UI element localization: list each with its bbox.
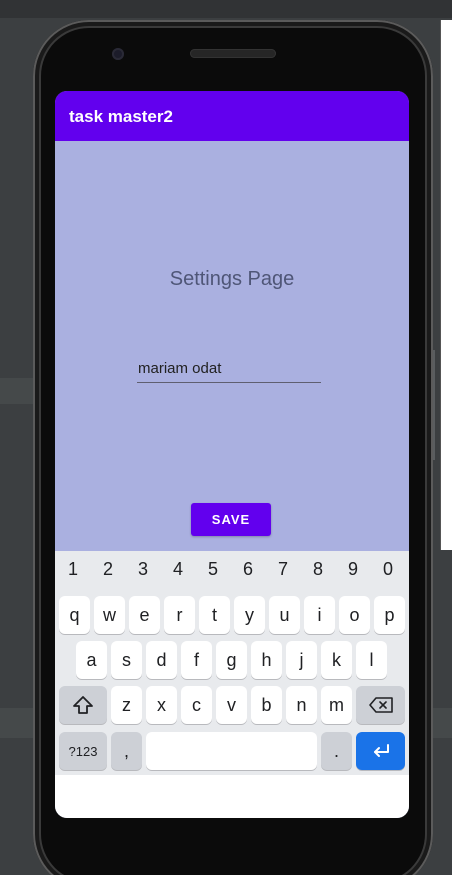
key-8[interactable]: 8 xyxy=(303,559,333,580)
backspace-key[interactable] xyxy=(356,686,405,724)
key-f[interactable]: f xyxy=(181,641,212,679)
ide-strip xyxy=(430,708,452,738)
ide-side-panel xyxy=(440,20,452,550)
space-bar[interactable] xyxy=(146,732,317,770)
symbols-key[interactable]: ?123 xyxy=(59,732,107,770)
backspace-icon xyxy=(368,697,393,713)
key-h[interactable]: h xyxy=(251,641,282,679)
key-n[interactable]: n xyxy=(286,686,317,724)
key-l[interactable]: l xyxy=(356,641,387,679)
key-4[interactable]: 4 xyxy=(163,559,193,580)
key-t[interactable]: t xyxy=(199,596,230,634)
username-input[interactable]: mariam odat xyxy=(137,360,321,383)
key-e[interactable]: e xyxy=(129,596,160,634)
ide-top-bar xyxy=(0,0,452,18)
period-key[interactable]: . xyxy=(321,732,352,770)
number-row: 1 2 3 4 5 6 7 8 9 0 xyxy=(55,559,409,583)
key-z[interactable]: z xyxy=(111,686,142,724)
key-r[interactable]: r xyxy=(164,596,195,634)
shift-key[interactable] xyxy=(59,686,107,724)
key-w[interactable]: w xyxy=(94,596,125,634)
settings-content: Settings Page mariam odat SAVE xyxy=(55,141,409,551)
key-m[interactable]: m xyxy=(321,686,352,724)
front-camera xyxy=(112,48,124,60)
enter-key[interactable] xyxy=(356,732,405,770)
app-title: task master2 xyxy=(69,107,173,126)
key-j[interactable]: j xyxy=(286,641,317,679)
key-v[interactable]: v xyxy=(216,686,247,724)
key-1[interactable]: 1 xyxy=(58,559,88,580)
key-a[interactable]: a xyxy=(76,641,107,679)
key-7[interactable]: 7 xyxy=(268,559,298,580)
page-title: Settings Page xyxy=(169,268,295,290)
navigation-area xyxy=(55,775,409,818)
app-bar: task master2 xyxy=(55,91,409,141)
key-i[interactable]: i xyxy=(304,596,335,634)
key-9[interactable]: 9 xyxy=(338,559,368,580)
key-0[interactable]: 0 xyxy=(373,559,403,580)
enter-icon xyxy=(373,744,389,757)
comma-key[interactable]: , xyxy=(111,732,142,770)
earpiece-speaker xyxy=(190,49,276,58)
key-g[interactable]: g xyxy=(216,641,247,679)
shift-icon xyxy=(73,696,93,714)
key-p[interactable]: p xyxy=(374,596,405,634)
key-2[interactable]: 2 xyxy=(93,559,123,580)
save-button[interactable]: SAVE xyxy=(191,503,271,536)
key-b[interactable]: b xyxy=(251,686,282,724)
soft-keyboard: 1 2 3 4 5 6 7 8 9 0 q w e r t y u i o p … xyxy=(55,551,409,775)
key-x[interactable]: x xyxy=(146,686,177,724)
key-d[interactable]: d xyxy=(146,641,177,679)
device-screen: task master2 Settings Page mariam odat S… xyxy=(55,91,409,818)
key-s[interactable]: s xyxy=(111,641,142,679)
key-c[interactable]: c xyxy=(181,686,212,724)
key-3[interactable]: 3 xyxy=(128,559,158,580)
key-y[interactable]: y xyxy=(234,596,265,634)
key-k[interactable]: k xyxy=(321,641,352,679)
key-q[interactable]: q xyxy=(59,596,90,634)
key-6[interactable]: 6 xyxy=(233,559,263,580)
key-o[interactable]: o xyxy=(339,596,370,634)
key-5[interactable]: 5 xyxy=(198,559,228,580)
key-u[interactable]: u xyxy=(269,596,300,634)
